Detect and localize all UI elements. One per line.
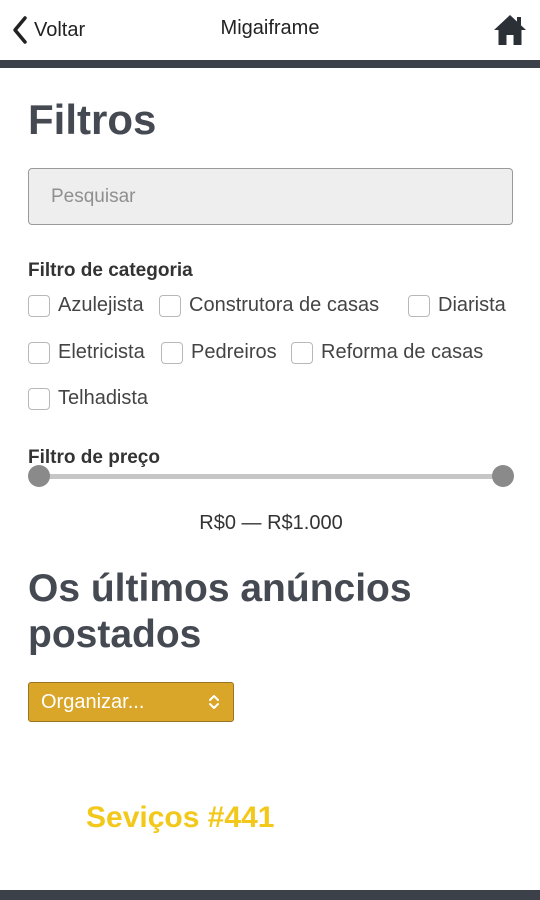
- price-range-text: R$0 — R$1.000: [199, 512, 343, 534]
- category-label: Eletricista: [58, 341, 145, 363]
- category-checkbox-construtora-de-casas[interactable]: Construtora de casas: [159, 294, 379, 317]
- category-checkbox-azulejista[interactable]: Azulejista: [28, 294, 144, 317]
- services-count-text: Seviços #441: [86, 801, 275, 834]
- category-label: Pedreiros: [191, 341, 277, 363]
- category-label: Diarista: [438, 294, 506, 316]
- checkbox[interactable]: [408, 294, 430, 317]
- category-label: Construtora de casas: [189, 294, 380, 316]
- top-bar: Voltar Migaiframe: [0, 0, 540, 60]
- category-checkbox-pedreiros[interactable]: Pedreiros: [161, 341, 277, 364]
- category-checkbox-telhadista[interactable]: Telhadista: [28, 387, 148, 410]
- sort-select[interactable]: Organizar...: [28, 682, 234, 722]
- slider-track: [38, 474, 504, 479]
- category-checkbox-diarista[interactable]: Diarista: [408, 294, 506, 317]
- sort-select-label: Organizar...: [41, 690, 145, 713]
- search-input[interactable]: [28, 168, 513, 225]
- select-arrows-icon: [209, 695, 219, 709]
- header-divider: [0, 60, 540, 68]
- category-checkbox-reforma-de-casas[interactable]: Reforma de casas: [291, 341, 483, 364]
- filters-title: Filtros: [28, 96, 157, 143]
- slider-max-handle[interactable]: [492, 465, 514, 487]
- latest-listings-title: Os últimos anúncios postados: [28, 567, 412, 656]
- price-range-slider[interactable]: [28, 465, 514, 489]
- home-icon: [494, 15, 526, 45]
- slider-min-handle[interactable]: [28, 465, 50, 487]
- home-button[interactable]: [492, 12, 528, 48]
- app-title: Migaiframe: [220, 17, 320, 39]
- category-checkbox-eletricista[interactable]: Eletricista: [28, 341, 145, 364]
- checkbox[interactable]: [28, 387, 50, 410]
- checkbox[interactable]: [28, 341, 50, 364]
- category-label: Telhadista: [58, 387, 149, 409]
- checkbox[interactable]: [291, 341, 313, 364]
- checkbox[interactable]: [28, 294, 50, 317]
- checkbox[interactable]: [161, 341, 183, 364]
- category-label: Reforma de casas: [321, 341, 484, 363]
- checkbox[interactable]: [159, 294, 181, 317]
- bottom-bar: [0, 890, 540, 900]
- category-filter-label: Filtro de categoria: [28, 260, 193, 281]
- category-label: Azulejista: [58, 294, 144, 316]
